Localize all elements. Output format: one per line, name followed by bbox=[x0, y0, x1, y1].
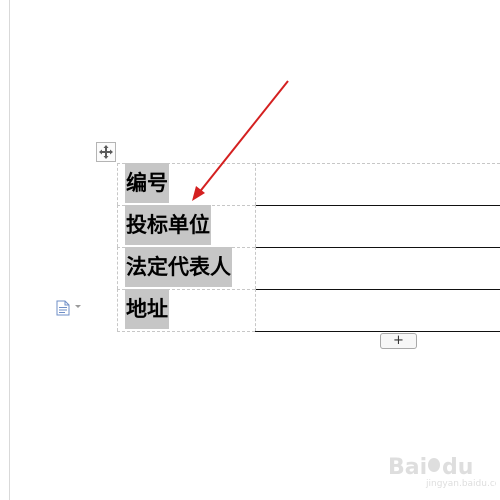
baidu-watermark-logo: Bai du jingyan.baidu.com bbox=[388, 455, 496, 488]
svg-text:Bai: Bai bbox=[388, 455, 427, 480]
svg-text:jingyan.baidu.com: jingyan.baidu.com bbox=[425, 479, 496, 488]
svg-text:du: du bbox=[442, 455, 473, 480]
red-arrow-icon bbox=[192, 80, 289, 201]
